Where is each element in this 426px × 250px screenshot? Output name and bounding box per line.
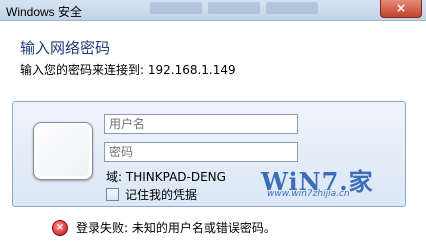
- title-bar: Windows 安全 ×: [0, 0, 426, 21]
- error-message-row: × 登录失败: 未知的用户名或错误密码。: [52, 219, 276, 236]
- username-input[interactable]: [104, 114, 298, 134]
- watermark-url: www.win7zhijia.cn: [267, 189, 350, 199]
- password-input[interactable]: [104, 142, 298, 162]
- security-dialog: 输入网络密码 输入您的密码来连接到: 192.168.1.149 域: THIN…: [0, 21, 426, 250]
- remember-label: 记住我的凭据: [125, 188, 198, 202]
- error-icon: ×: [52, 219, 68, 236]
- remember-checkbox[interactable]: [106, 188, 119, 201]
- error-message: 登录失败: 未知的用户名或错误密码。: [76, 221, 276, 235]
- dialog-heading: 输入网络密码: [20, 39, 111, 57]
- user-avatar: [33, 122, 93, 180]
- credential-panel: 域: THINKPAD-DENG 记住我的凭据 WiN7.家 www.win7z…: [12, 101, 406, 207]
- domain-label: 域: THINKPAD-DENG: [106, 170, 226, 184]
- background-taskbar: [150, 2, 380, 16]
- connection-target-text: 输入您的密码来连接到: 192.168.1.149: [20, 63, 236, 77]
- window-title: Windows 安全: [6, 5, 83, 19]
- watermark-logo: WiN7.家 www.win7zhijia.cn: [259, 162, 387, 200]
- remember-credentials-row[interactable]: 记住我的凭据: [106, 186, 197, 203]
- close-button[interactable]: ×: [380, 0, 422, 18]
